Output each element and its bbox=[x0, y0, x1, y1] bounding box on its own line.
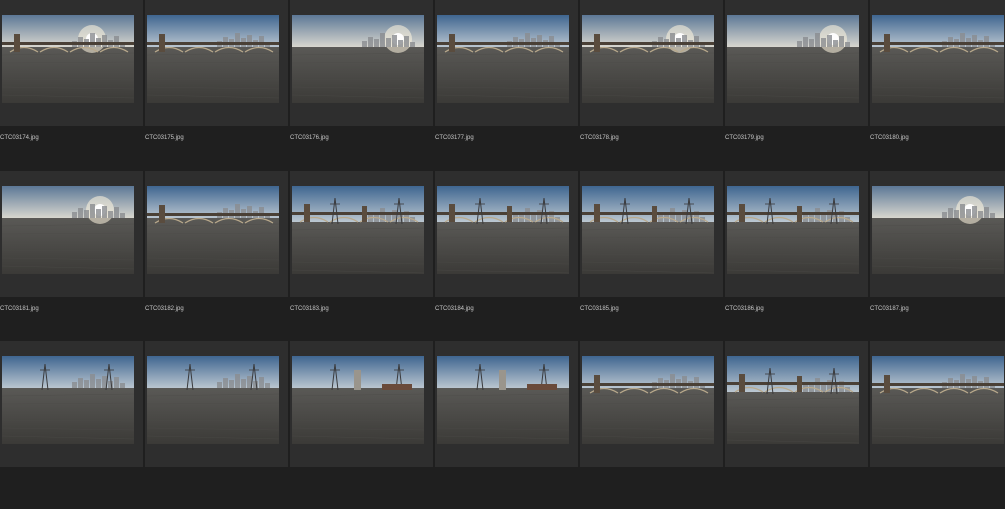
photo-filename[interactable]: CTC03182.jpg bbox=[145, 305, 288, 313]
photo-cell[interactable]: CTC03178.jpg bbox=[580, 0, 723, 168]
thumbnail-frame[interactable] bbox=[580, 0, 723, 126]
thumbnail-frame[interactable] bbox=[870, 171, 1005, 297]
photo-image bbox=[582, 15, 714, 103]
photo-thumbnail[interactable] bbox=[872, 186, 1004, 274]
thumbnail-frame[interactable] bbox=[0, 341, 143, 467]
photo-thumbnail[interactable] bbox=[582, 186, 714, 274]
photo-image bbox=[147, 15, 279, 103]
photo-cell[interactable]: CTC03179.jpg bbox=[725, 0, 868, 168]
photo-image bbox=[292, 186, 424, 274]
photo-image bbox=[437, 186, 569, 274]
photo-thumbnail[interactable] bbox=[727, 186, 859, 274]
photo-filename[interactable]: CTC03185.jpg bbox=[580, 305, 723, 313]
thumbnail-frame[interactable] bbox=[725, 341, 868, 467]
photo-filename[interactable]: CTC03177.jpg bbox=[435, 134, 578, 142]
thumbnail-frame[interactable] bbox=[870, 0, 1005, 126]
photo-thumbnail[interactable] bbox=[292, 15, 424, 103]
thumbnail-frame[interactable] bbox=[435, 171, 578, 297]
thumbnail-frame[interactable] bbox=[725, 171, 868, 297]
photo-image bbox=[872, 15, 1004, 103]
photo-filename[interactable]: CTC03187.jpg bbox=[870, 305, 1005, 313]
photo-filename[interactable]: CTC03175.jpg bbox=[145, 134, 288, 142]
photo-image bbox=[872, 186, 1004, 274]
photo-cell[interactable]: CTC03174.jpg bbox=[0, 0, 143, 168]
photo-cell[interactable] bbox=[435, 341, 578, 509]
photo-cell[interactable] bbox=[290, 341, 433, 509]
photo-filename[interactable]: CTC03180.jpg bbox=[870, 134, 1005, 142]
photo-cell[interactable] bbox=[580, 341, 723, 509]
photo-filename[interactable]: CTC03174.jpg bbox=[0, 134, 143, 142]
photo-cell[interactable]: CTC03180.jpg bbox=[870, 0, 1005, 168]
photo-cell[interactable]: CTC03186.jpg bbox=[725, 171, 868, 339]
photo-thumbnail[interactable] bbox=[727, 15, 859, 103]
thumbnail-frame[interactable] bbox=[435, 0, 578, 126]
photo-cell[interactable] bbox=[870, 341, 1005, 509]
photo-thumbnail[interactable] bbox=[582, 356, 714, 444]
photo-thumbnail[interactable] bbox=[437, 15, 569, 103]
thumbnail-frame[interactable] bbox=[290, 171, 433, 297]
photo-image bbox=[437, 356, 569, 444]
photo-grid: CTC03174.jpg CTC03175.jpg CTC03176.jpg CTC0… bbox=[0, 0, 1005, 469]
photo-thumbnail[interactable] bbox=[437, 356, 569, 444]
photo-image bbox=[147, 186, 279, 274]
photo-thumbnail[interactable] bbox=[727, 356, 859, 444]
photo-image bbox=[292, 356, 424, 444]
photo-cell[interactable]: CTC03184.jpg bbox=[435, 171, 578, 339]
photo-thumbnail[interactable] bbox=[292, 186, 424, 274]
thumbnail-frame[interactable] bbox=[145, 0, 288, 126]
photo-cell[interactable]: CTC03182.jpg bbox=[145, 171, 288, 339]
thumbnail-frame[interactable] bbox=[580, 341, 723, 467]
photo-cell[interactable] bbox=[145, 341, 288, 509]
photo-cell[interactable]: CTC03185.jpg bbox=[580, 171, 723, 339]
photo-cell[interactable]: CTC03183.jpg bbox=[290, 171, 433, 339]
thumbnail-frame[interactable] bbox=[0, 171, 143, 297]
thumbnail-frame[interactable] bbox=[870, 341, 1005, 467]
photo-filename[interactable]: CTC03178.jpg bbox=[580, 134, 723, 142]
photo-thumbnail[interactable] bbox=[872, 15, 1004, 103]
photo-filename[interactable]: CTC03184.jpg bbox=[435, 305, 578, 313]
photo-thumbnail[interactable] bbox=[292, 356, 424, 444]
photo-thumbnail[interactable] bbox=[437, 186, 569, 274]
photo-thumbnail[interactable] bbox=[582, 15, 714, 103]
photo-thumbnail[interactable] bbox=[872, 356, 1004, 444]
photo-image bbox=[727, 186, 859, 274]
thumbnail-frame[interactable] bbox=[435, 341, 578, 467]
photo-cell[interactable]: CTC03177.jpg bbox=[435, 0, 578, 168]
photo-image bbox=[292, 15, 424, 103]
thumbnail-frame[interactable] bbox=[290, 341, 433, 467]
photo-image bbox=[872, 356, 1004, 444]
photo-thumbnail[interactable] bbox=[147, 186, 279, 274]
thumbnail-frame[interactable] bbox=[145, 171, 288, 297]
photo-thumbnail[interactable] bbox=[147, 15, 279, 103]
thumbnail-frame[interactable] bbox=[725, 0, 868, 126]
photo-image bbox=[147, 356, 279, 444]
photo-image bbox=[2, 15, 134, 103]
photo-cell[interactable]: CTC03175.jpg bbox=[145, 0, 288, 168]
photo-cell[interactable]: CTC03176.jpg bbox=[290, 0, 433, 168]
photo-thumbnail[interactable] bbox=[2, 356, 134, 444]
photo-image bbox=[727, 15, 859, 103]
photo-thumbnail[interactable] bbox=[2, 15, 134, 103]
photo-cell[interactable] bbox=[0, 341, 143, 509]
photo-cell[interactable] bbox=[725, 341, 868, 509]
photo-thumbnail[interactable] bbox=[2, 186, 134, 274]
photo-image bbox=[437, 15, 569, 103]
photo-image bbox=[2, 186, 134, 274]
thumbnail-frame[interactable] bbox=[0, 0, 143, 126]
photo-image bbox=[727, 356, 859, 444]
thumbnail-frame[interactable] bbox=[580, 171, 723, 297]
photo-image bbox=[582, 186, 714, 274]
thumbnail-frame[interactable] bbox=[290, 0, 433, 126]
photo-cell[interactable]: CTC03187.jpg bbox=[870, 171, 1005, 339]
photo-filename[interactable]: CTC03179.jpg bbox=[725, 134, 868, 142]
photo-filename[interactable]: CTC03181.jpg bbox=[0, 305, 143, 313]
photo-cell[interactable]: CTC03181.jpg bbox=[0, 171, 143, 339]
photo-filename[interactable]: CTC03183.jpg bbox=[290, 305, 433, 313]
photo-image bbox=[582, 356, 714, 444]
thumbnail-frame[interactable] bbox=[145, 341, 288, 467]
photo-filename[interactable]: CTC03186.jpg bbox=[725, 305, 868, 313]
photo-filename[interactable]: CTC03176.jpg bbox=[290, 134, 433, 142]
photo-thumbnail[interactable] bbox=[147, 356, 279, 444]
photo-image bbox=[2, 356, 134, 444]
